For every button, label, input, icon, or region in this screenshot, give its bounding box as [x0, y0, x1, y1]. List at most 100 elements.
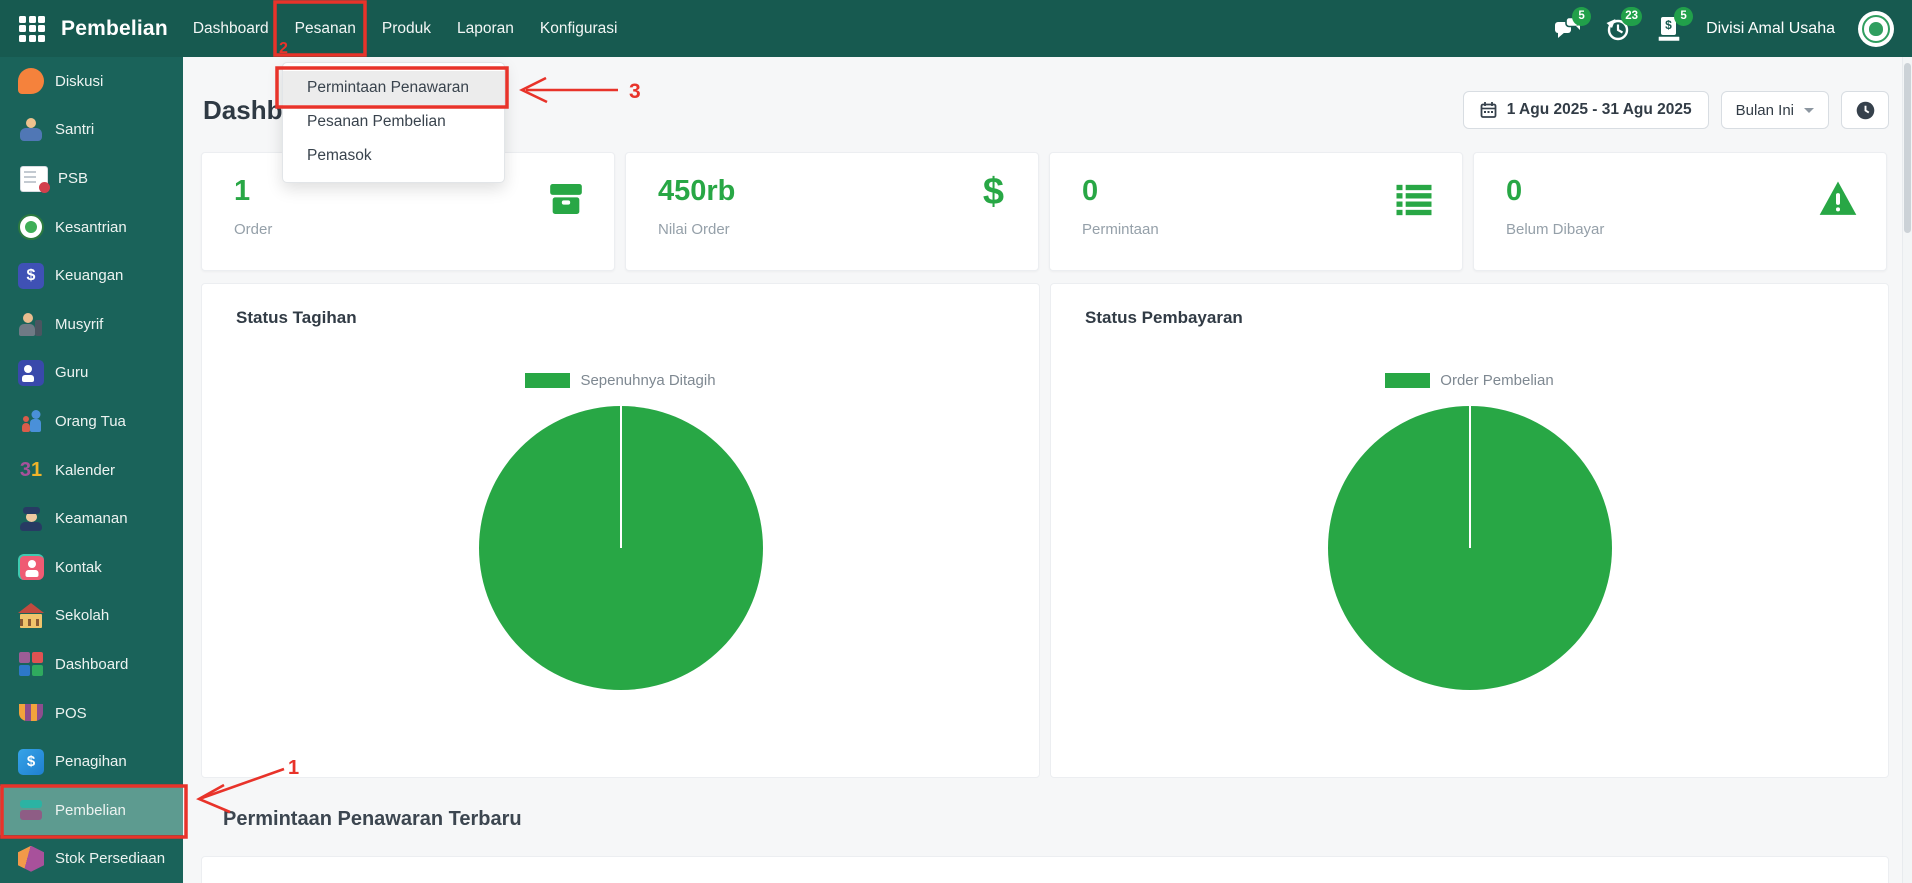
kpi-label: Nilai Order [658, 221, 730, 238]
history-badge: 23 [1621, 7, 1642, 26]
sidebar-item-label: Santri [55, 121, 94, 138]
sidebar-item-label: Keuangan [55, 267, 123, 284]
sales-doc-icon[interactable]: $ 5 [1655, 15, 1683, 43]
kpi-card-nilai-order: 450rb Nilai Order $ [625, 152, 1039, 271]
kpi-card-permintaan: 0 Permintaan [1049, 152, 1463, 271]
apps-grid-icon[interactable] [19, 16, 45, 42]
pie-chart-status-pembayaran [1328, 406, 1612, 690]
clock-icon [1856, 101, 1875, 120]
section-title: Permintaan Penawaran Terbaru [223, 808, 522, 831]
sidebar-item-label: Dashboard [55, 656, 128, 673]
chevron-down-icon [1804, 108, 1814, 113]
guru-icon [18, 360, 44, 386]
kpi-value: 0 [1506, 175, 1522, 208]
date-range-button[interactable]: 1 Agu 2025 - 31 Agu 2025 [1463, 91, 1709, 129]
navbar-menu: Dashboard Pesanan Produk Laporan Konfigu… [180, 0, 631, 57]
sidebar-item-kontak[interactable]: Kontak [0, 543, 183, 592]
sidebar-item-label: Musyrif [55, 316, 103, 333]
chat-icon[interactable]: 5 [1553, 15, 1581, 43]
history-icon[interactable]: 23 [1604, 15, 1632, 43]
period-value: Bulan Ini [1736, 102, 1794, 119]
sales-badge: 5 [1674, 7, 1693, 26]
sidebar-item-label: Stok Persediaan [55, 850, 165, 867]
sidebar-item-label: Guru [55, 364, 88, 381]
navbar-right: 5 23 $ 5 Divisi Amal Usaha [1553, 11, 1894, 47]
menu-item-konfigurasi[interactable]: Konfigurasi [527, 0, 631, 57]
sidebar-item-label: POS [55, 705, 87, 722]
vertical-scrollbar [1902, 57, 1912, 883]
chart-card-status-tagihan: Status Tagihan Sepenuhnya Ditagih [201, 283, 1040, 778]
menu-item-dashboard[interactable]: Dashboard [180, 0, 282, 57]
sidebar-item-label: Orang Tua [55, 413, 126, 430]
dropdown-item-permintaan-penawaran[interactable]: Permintaan Penawaran [283, 71, 504, 105]
scrollbar-thumb[interactable] [1904, 63, 1911, 233]
sidebar-item-stok-persediaan[interactable]: Stok Persediaan [0, 835, 183, 883]
avatar[interactable] [1858, 11, 1894, 47]
sidebar-item-guru[interactable]: Guru [0, 349, 183, 398]
dropdown-item-pesanan-pembelian[interactable]: Pesanan Pembelian [283, 105, 504, 139]
chart-legend: Sepenuhnya Ditagih [202, 372, 1039, 389]
menu-item-pesanan[interactable]: Pesanan [282, 0, 369, 57]
sidebar-item-pos[interactable]: POS [0, 689, 183, 738]
pos-awning-icon [18, 700, 44, 726]
stok-box-icon [18, 846, 44, 872]
kpi-value: 450rb [658, 175, 735, 208]
sidebar-item-keuangan[interactable]: Keuangan [0, 251, 183, 300]
calendar-icon [1480, 101, 1497, 119]
legend-label: Order Pembelian [1440, 372, 1553, 389]
pembelian-icon [18, 797, 44, 823]
dashboard-grid-icon [18, 651, 44, 677]
list-icon [1394, 179, 1434, 219]
sidebar-item-label: Kesantrian [55, 219, 127, 236]
recent-rfq-card [201, 856, 1889, 883]
kpi-value: 1 [234, 175, 250, 208]
pesanan-dropdown: Permintaan Penawaran Pesanan Pembelian P… [282, 62, 505, 183]
sidebar-item-diskusi[interactable]: Diskusi [0, 57, 183, 106]
chat-badge: 5 [1572, 7, 1591, 26]
sidebar-item-label: PSB [58, 170, 88, 187]
chart-title: Status Pembayaran [1085, 308, 1243, 328]
sidebar-item-penagihan[interactable]: Penagihan [0, 737, 183, 786]
sekolah-icon [18, 603, 44, 629]
sidebar-item-psb[interactable]: PSB [0, 154, 183, 203]
sidebar-item-pembelian[interactable]: Pembelian [0, 786, 183, 835]
sidebar-item-santri[interactable]: Santri [0, 106, 183, 155]
sidebar-item-sekolah[interactable]: Sekolah [0, 592, 183, 641]
dropdown-item-pemasok[interactable]: Pemasok [283, 139, 504, 173]
kpi-label: Order [234, 221, 272, 238]
kalender-icon [18, 457, 44, 483]
top-navbar: Pembelian Dashboard Pesanan Produk Lapor… [0, 0, 1912, 57]
kpi-label: Belum Dibayar [1506, 221, 1604, 238]
santri-icon [18, 117, 44, 143]
kpi-card-belum-dibayar: 0 Belum Dibayar [1473, 152, 1887, 271]
sidebar-item-label: Diskusi [55, 73, 103, 90]
psb-icon [21, 167, 47, 191]
sidebar-item-label: Kontak [55, 559, 102, 576]
user-name[interactable]: Divisi Amal Usaha [1706, 20, 1835, 38]
sidebar-item-label: Keamanan [55, 510, 128, 527]
charts-row: Status Tagihan Sepenuhnya Ditagih Status… [201, 283, 1889, 778]
kontak-icon [18, 554, 44, 580]
date-range-value: 1 Agu 2025 - 31 Agu 2025 [1507, 101, 1692, 119]
chart-card-status-pembayaran: Status Pembayaran Order Pembelian [1050, 283, 1889, 778]
legend-swatch [525, 373, 570, 388]
sidebar-item-kesantrian[interactable]: Kesantrian [0, 203, 183, 252]
sidebar-item-keamanan[interactable]: Keamanan [0, 494, 183, 543]
chart-legend: Order Pembelian [1051, 372, 1888, 389]
period-select[interactable]: Bulan Ini [1721, 91, 1829, 129]
sidebar: Diskusi Santri PSB Kesantrian Keuangan M… [0, 57, 183, 883]
keamanan-icon [18, 506, 44, 532]
sidebar-item-orang-tua[interactable]: Orang Tua [0, 397, 183, 446]
kesantrian-icon [18, 214, 44, 240]
legend-label: Sepenuhnya Ditagih [580, 372, 715, 389]
sidebar-item-kalender[interactable]: Kalender [0, 446, 183, 495]
menu-item-laporan[interactable]: Laporan [444, 0, 527, 57]
menu-item-produk[interactable]: Produk [369, 0, 444, 57]
sidebar-item-musyrif[interactable]: Musyrif [0, 300, 183, 349]
sidebar-item-label: Kalender [55, 462, 115, 479]
penagihan-icon [18, 749, 44, 775]
archive-box-icon [546, 179, 586, 219]
header-controls: 1 Agu 2025 - 31 Agu 2025 Bulan Ini [1463, 91, 1889, 129]
sidebar-item-dashboard[interactable]: Dashboard [0, 640, 183, 689]
time-filter-button[interactable] [1841, 91, 1889, 129]
